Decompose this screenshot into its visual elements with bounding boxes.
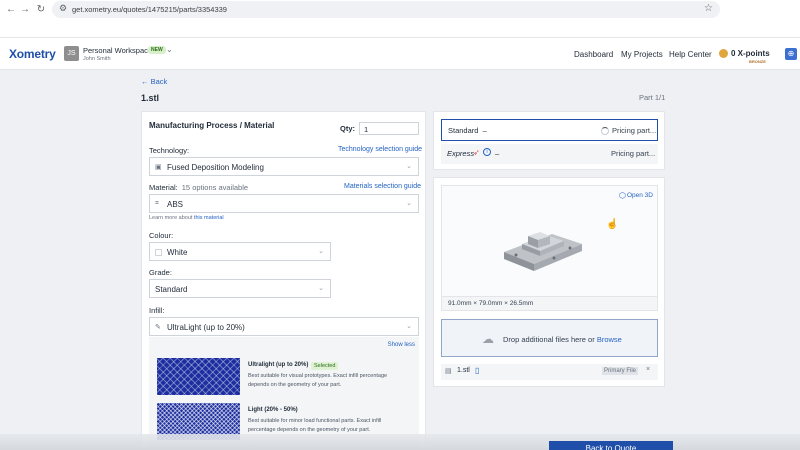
chevron-down-icon: ⌄	[318, 285, 324, 292]
arrow-left-icon[interactable]: ←	[5, 4, 17, 16]
infill-option-name[interactable]: Light (20% - 50%)	[248, 407, 298, 413]
nav-help-center[interactable]: Help Center	[669, 50, 712, 59]
mouse-cursor-icon: ☝	[606, 219, 619, 230]
nav-my-projects[interactable]: My Projects	[621, 50, 663, 59]
xpoints-value[interactable]: 0 X-points	[731, 49, 770, 58]
technology-guide-link[interactable]: Technology selection guide	[338, 146, 422, 153]
material-label: Material: 15 options available	[149, 183, 249, 192]
infill-select[interactable]: ✎ UltraLight (up to 20%) ⌄	[149, 317, 419, 336]
address-bar[interactable]: ⚙ get.xometry.eu/quotes/1475215/parts/33…	[52, 1, 720, 18]
points-tier: BRONZE	[749, 59, 766, 64]
technology-label: Technology:	[149, 146, 190, 155]
rocket-icon: ➶	[473, 148, 480, 157]
configuration-panel: Manufacturing Process / Material Qty: 1 …	[141, 111, 426, 450]
browser-toolbar: ← → ↻ ⚙ get.xometry.eu/quotes/1475215/pa…	[0, 0, 800, 38]
technology-value: Fused Deposition Modeling	[167, 163, 264, 172]
drop-text: Drop additional files here or Browse	[503, 335, 622, 344]
standard-pricing-option[interactable]: Standard – Pricing part...	[441, 119, 658, 141]
infill-option-desc: Best suitable for minor load functional …	[248, 418, 382, 433]
express-status: Pricing part...	[611, 149, 656, 158]
info-icon[interactable]: i	[483, 148, 491, 156]
avatar[interactable]: JS	[64, 46, 79, 61]
back-link[interactable]: ← Back	[141, 77, 167, 86]
grade-label: Grade:	[149, 268, 172, 277]
bottom-bar	[0, 434, 800, 450]
material-select[interactable]: ⌗ ABS ⌄	[149, 194, 419, 213]
learn-more-link[interactable]: this material	[194, 215, 224, 221]
chevron-down-icon: ⌄	[406, 323, 412, 330]
express-price: –	[495, 149, 500, 158]
learn-more: Learn more about this material	[149, 215, 224, 221]
file-row: ▤ 1.stl ▯ Primary File ×	[441, 364, 658, 380]
cloud-upload-icon: ☁	[482, 332, 494, 346]
url-text[interactable]: get.xometry.eu/quotes/1475215/parts/3354…	[72, 5, 227, 14]
pricing-panel: Standard – Pricing part... Express ➶ i –…	[433, 111, 665, 170]
colour-value: White	[167, 248, 188, 257]
part-counter: Part 1/1	[639, 93, 666, 102]
colour-select[interactable]: White ⌄	[149, 242, 331, 261]
express-label: Express	[447, 149, 475, 158]
selected-badge: Selected	[311, 362, 339, 370]
dimensions-bar: 91.0mm × 79.0mm × 26.5mm	[441, 297, 658, 311]
loading-spinner-icon	[601, 127, 609, 135]
qty-label: Qty:	[340, 124, 355, 133]
technology-select[interactable]: ▣ Fused Deposition Modeling ⌄	[149, 157, 419, 176]
infill-option-name[interactable]: Ultralight (up to 20%)	[248, 362, 308, 368]
colour-label: Colour:	[149, 231, 174, 240]
materials-guide-link[interactable]: Materials selection guide	[344, 183, 421, 190]
infill-ultralight-image[interactable]	[157, 358, 240, 395]
workspace-name[interactable]: Personal Workspace	[83, 46, 152, 55]
xometry-logo[interactable]: Xometry	[9, 47, 56, 61]
infill-value: UltraLight (up to 20%)	[167, 323, 245, 332]
star-icon[interactable]: ☆	[704, 3, 713, 14]
new-badge: NEW	[148, 46, 166, 54]
page-title: 1.stl	[141, 93, 160, 103]
coin-icon	[719, 49, 728, 58]
chevron-down-icon: ⌄	[406, 200, 412, 207]
material-count: 15 options available	[181, 183, 249, 192]
infill-option-desc: Best suitable for visual prototypes. Exa…	[248, 373, 388, 388]
show-less-link[interactable]: Show less	[388, 342, 415, 348]
grade-value: Standard	[155, 285, 188, 294]
colour-swatch-icon	[155, 249, 162, 256]
chevron-down-icon: ⌄	[406, 163, 412, 170]
material-icon: ⌗	[155, 200, 159, 207]
browse-link[interactable]: Browse	[597, 335, 622, 344]
quantity-input[interactable]: 1	[359, 122, 419, 135]
back-to-quote-button[interactable]: Back to Quote	[549, 441, 673, 450]
app-header: Xometry JS Personal Workspace NEW John S…	[0, 38, 800, 70]
express-pricing-option[interactable]: Express ➶ i – Pricing part...	[441, 144, 658, 164]
file-name[interactable]: 1.stl	[457, 367, 470, 374]
chevron-down-icon: ⌄	[318, 248, 324, 255]
user-name: John Smith	[83, 56, 111, 62]
section-title: Manufacturing Process / Material	[149, 121, 275, 130]
printer-icon: ▣	[155, 164, 162, 171]
globe-icon[interactable]: ⊕	[785, 48, 797, 60]
chevron-down-icon[interactable]: ⌄	[166, 45, 173, 54]
model-preview[interactable]: ⬡ Open 3D	[441, 185, 658, 297]
site-settings-icon[interactable]: ⚙	[59, 3, 67, 14]
document-icon[interactable]: ▯	[475, 366, 479, 375]
infill-label: Infill:	[149, 306, 165, 315]
part-dimensions: 91.0mm × 79.0mm × 26.5mm	[448, 300, 534, 307]
model-panel: ⬡ Open 3D 91.0mm × 79.0mm × 26.5mm ☁ Dro…	[433, 177, 665, 387]
infill-icon: ✎	[155, 324, 161, 331]
arrow-right-icon[interactable]: →	[19, 4, 31, 16]
file-drop-zone[interactable]: ☁ Drop additional files here or Browse	[441, 319, 658, 357]
close-icon[interactable]: ×	[646, 366, 650, 373]
nav-dashboard[interactable]: Dashboard	[574, 50, 613, 59]
standard-label: Standard –	[448, 126, 487, 135]
part-render	[504, 232, 582, 271]
file-icon: ▤	[445, 368, 452, 375]
material-value: ABS	[167, 200, 184, 209]
standard-status: Pricing part...	[612, 126, 657, 135]
primary-file-tag: Primary File	[602, 367, 639, 375]
grade-select[interactable]: Standard ⌄	[149, 279, 331, 298]
reload-icon[interactable]: ↻	[35, 4, 47, 16]
